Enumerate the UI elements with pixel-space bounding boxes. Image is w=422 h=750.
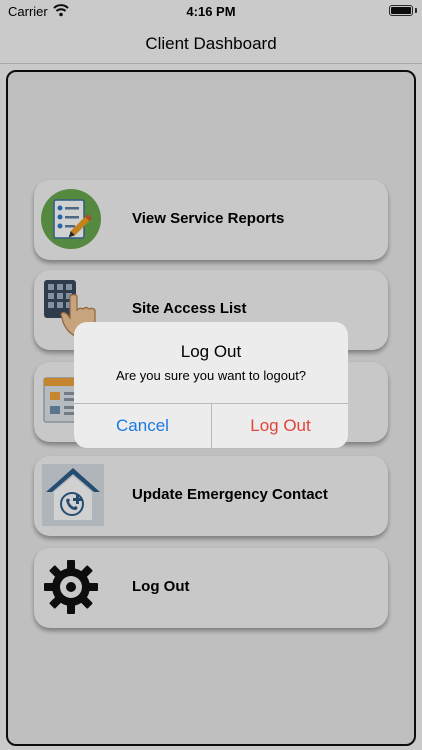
alert-message: Are you sure you want to logout? <box>115 368 307 383</box>
confirm-logout-button[interactable]: Log Out <box>212 404 348 448</box>
alert-title: Log Out <box>180 342 242 361</box>
cancel-button[interactable]: Cancel <box>74 404 211 448</box>
logout-alert-dialog: Log Out Are you sure you want to logout?… <box>74 322 348 448</box>
